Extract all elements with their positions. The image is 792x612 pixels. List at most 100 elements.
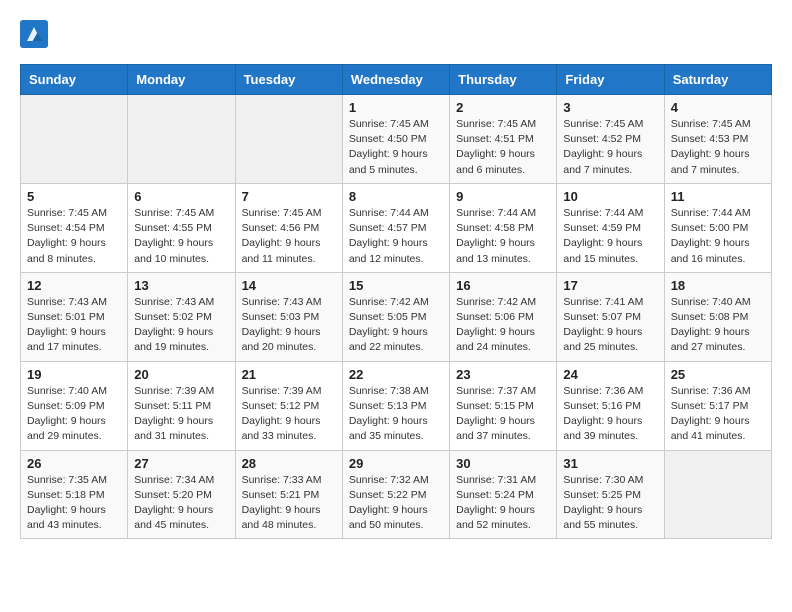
day-info: Sunrise: 7:33 AM Sunset: 5:21 PM Dayligh… (242, 473, 336, 534)
week-row-1: 1 Sunrise: 7:45 AM Sunset: 4:50 PM Daylig… (21, 95, 772, 184)
calendar-table: SundayMondayTuesdayWednesdayThursdayFrid… (20, 64, 772, 539)
day-info: Sunrise: 7:36 AM Sunset: 5:17 PM Dayligh… (671, 384, 765, 445)
day-info: Sunrise: 7:45 AM Sunset: 4:53 PM Dayligh… (671, 117, 765, 178)
calendar-cell: 6 Sunrise: 7:45 AM Sunset: 4:55 PM Daylig… (128, 183, 235, 272)
calendar-cell (21, 95, 128, 184)
weekday-header-saturday: Saturday (664, 65, 771, 95)
day-number: 30 (456, 456, 550, 471)
calendar-cell: 7Sunrise: 7:45 AM Sunset: 4:56 PM Daylig… (235, 183, 342, 272)
calendar-cell: 15Sunrise: 7:42 AM Sunset: 5:05 PM Dayli… (342, 272, 449, 361)
calendar-cell: 8 Sunrise: 7:44 AM Sunset: 4:57 PM Daylig… (342, 183, 449, 272)
day-info: Sunrise: 7:41 AM Sunset: 5:07 PM Dayligh… (563, 295, 657, 356)
day-info: Sunrise: 7:43 AM Sunset: 5:02 PM Dayligh… (134, 295, 228, 356)
day-info: Sunrise: 7:42 AM Sunset: 5:06 PM Dayligh… (456, 295, 550, 356)
weekday-header-monday: Monday (128, 65, 235, 95)
calendar-cell: 27Sunrise: 7:34 AM Sunset: 5:20 PM Dayli… (128, 450, 235, 539)
calendar-cell: 25 Sunrise: 7:36 AM Sunset: 5:17 PM Dayli… (664, 361, 771, 450)
calendar-cell: 4Sunrise: 7:45 AM Sunset: 4:53 PM Daylig… (664, 95, 771, 184)
day-info: Sunrise: 7:43 AM Sunset: 5:03 PM Dayligh… (242, 295, 336, 356)
day-number: 6 (134, 189, 228, 204)
calendar-cell: 17 Sunrise: 7:41 AM Sunset: 5:07 PM Dayli… (557, 272, 664, 361)
day-number: 1 (349, 100, 443, 115)
day-info: Sunrise: 7:36 AM Sunset: 5:16 PM Dayligh… (563, 384, 657, 445)
day-info: Sunrise: 7:45 AM Sunset: 4:51 PM Dayligh… (456, 117, 550, 178)
day-info: Sunrise: 7:44 AM Sunset: 4:59 PM Dayligh… (563, 206, 657, 267)
day-info: Sunrise: 7:34 AM Sunset: 5:20 PM Dayligh… (134, 473, 228, 534)
page-header (20, 20, 772, 48)
day-info: Sunrise: 7:45 AM Sunset: 4:55 PM Dayligh… (134, 206, 228, 267)
calendar-cell: 2 Sunrise: 7:45 AM Sunset: 4:51 PM Daylig… (450, 95, 557, 184)
week-row-2: 5Sunrise: 7:45 AM Sunset: 4:54 PM Daylig… (21, 183, 772, 272)
calendar-cell: 30 Sunrise: 7:31 AM Sunset: 5:24 PM Dayli… (450, 450, 557, 539)
day-number: 31 (563, 456, 657, 471)
logo-icon (20, 20, 48, 48)
day-number: 2 (456, 100, 550, 115)
calendar-cell: 3 Sunrise: 7:45 AM Sunset: 4:52 PM Daylig… (557, 95, 664, 184)
day-info: Sunrise: 7:45 AM Sunset: 4:52 PM Dayligh… (563, 117, 657, 178)
day-info: Sunrise: 7:32 AM Sunset: 5:22 PM Dayligh… (349, 473, 443, 534)
calendar-cell: 11Sunrise: 7:44 AM Sunset: 5:00 PM Dayli… (664, 183, 771, 272)
day-info: Sunrise: 7:43 AM Sunset: 5:01 PM Dayligh… (27, 295, 121, 356)
day-number: 24 (563, 367, 657, 382)
day-number: 12 (27, 278, 121, 293)
day-number: 26 (27, 456, 121, 471)
calendar-cell: 10 Sunrise: 7:44 AM Sunset: 4:59 PM Dayli… (557, 183, 664, 272)
day-info: Sunrise: 7:31 AM Sunset: 5:24 PM Dayligh… (456, 473, 550, 534)
weekday-header-friday: Friday (557, 65, 664, 95)
weekday-header-wednesday: Wednesday (342, 65, 449, 95)
day-number: 25 (671, 367, 765, 382)
week-row-4: 19 Sunrise: 7:40 AM Sunset: 5:09 PM Dayli… (21, 361, 772, 450)
day-info: Sunrise: 7:45 AM Sunset: 4:50 PM Dayligh… (349, 117, 443, 178)
day-number: 9 (456, 189, 550, 204)
calendar-cell: 13 Sunrise: 7:43 AM Sunset: 5:02 PM Dayli… (128, 272, 235, 361)
calendar-cell: 19 Sunrise: 7:40 AM Sunset: 5:09 PM Dayli… (21, 361, 128, 450)
day-info: Sunrise: 7:44 AM Sunset: 5:00 PM Dayligh… (671, 206, 765, 267)
calendar-cell: 5Sunrise: 7:45 AM Sunset: 4:54 PM Daylig… (21, 183, 128, 272)
calendar-cell: 16 Sunrise: 7:42 AM Sunset: 5:06 PM Dayli… (450, 272, 557, 361)
day-number: 23 (456, 367, 550, 382)
day-number: 19 (27, 367, 121, 382)
day-info: Sunrise: 7:38 AM Sunset: 5:13 PM Dayligh… (349, 384, 443, 445)
weekday-header-row: SundayMondayTuesdayWednesdayThursdayFrid… (21, 65, 772, 95)
day-info: Sunrise: 7:40 AM Sunset: 5:09 PM Dayligh… (27, 384, 121, 445)
day-number: 13 (134, 278, 228, 293)
day-info: Sunrise: 7:45 AM Sunset: 4:54 PM Dayligh… (27, 206, 121, 267)
day-info: Sunrise: 7:44 AM Sunset: 4:57 PM Dayligh… (349, 206, 443, 267)
day-number: 17 (563, 278, 657, 293)
calendar-cell: 14 Sunrise: 7:43 AM Sunset: 5:03 PM Dayli… (235, 272, 342, 361)
calendar-cell: 26Sunrise: 7:35 AM Sunset: 5:18 PM Dayli… (21, 450, 128, 539)
day-number: 21 (242, 367, 336, 382)
day-number: 20 (134, 367, 228, 382)
calendar-cell: 9Sunrise: 7:44 AM Sunset: 4:58 PM Daylig… (450, 183, 557, 272)
day-number: 8 (349, 189, 443, 204)
calendar-cell (128, 95, 235, 184)
day-number: 18 (671, 278, 765, 293)
day-number: 28 (242, 456, 336, 471)
calendar-cell (235, 95, 342, 184)
weekday-header-sunday: Sunday (21, 65, 128, 95)
calendar-cell: 18 Sunrise: 7:40 AM Sunset: 5:08 PM Dayli… (664, 272, 771, 361)
day-number: 29 (349, 456, 443, 471)
calendar-cell: 22 Sunrise: 7:38 AM Sunset: 5:13 PM Dayli… (342, 361, 449, 450)
logo (20, 20, 54, 48)
calendar-cell: 23Sunrise: 7:37 AM Sunset: 5:15 PM Dayli… (450, 361, 557, 450)
week-row-3: 12 Sunrise: 7:43 AM Sunset: 5:01 PM Dayli… (21, 272, 772, 361)
day-number: 10 (563, 189, 657, 204)
day-info: Sunrise: 7:39 AM Sunset: 5:12 PM Dayligh… (242, 384, 336, 445)
calendar-cell: 20 Sunrise: 7:39 AM Sunset: 5:11 PM Dayli… (128, 361, 235, 450)
day-info: Sunrise: 7:39 AM Sunset: 5:11 PM Dayligh… (134, 384, 228, 445)
week-row-5: 26Sunrise: 7:35 AM Sunset: 5:18 PM Dayli… (21, 450, 772, 539)
day-number: 15 (349, 278, 443, 293)
day-number: 14 (242, 278, 336, 293)
day-number: 3 (563, 100, 657, 115)
calendar-cell: 12 Sunrise: 7:43 AM Sunset: 5:01 PM Dayli… (21, 272, 128, 361)
day-number: 22 (349, 367, 443, 382)
calendar-cell: 1 Sunrise: 7:45 AM Sunset: 4:50 PM Daylig… (342, 95, 449, 184)
calendar-cell: 31Sunrise: 7:30 AM Sunset: 5:25 PM Dayli… (557, 450, 664, 539)
weekday-header-tuesday: Tuesday (235, 65, 342, 95)
calendar-cell: 29 Sunrise: 7:32 AM Sunset: 5:22 PM Dayli… (342, 450, 449, 539)
day-number: 7 (242, 189, 336, 204)
weekday-header-thursday: Thursday (450, 65, 557, 95)
day-info: Sunrise: 7:40 AM Sunset: 5:08 PM Dayligh… (671, 295, 765, 356)
day-number: 16 (456, 278, 550, 293)
